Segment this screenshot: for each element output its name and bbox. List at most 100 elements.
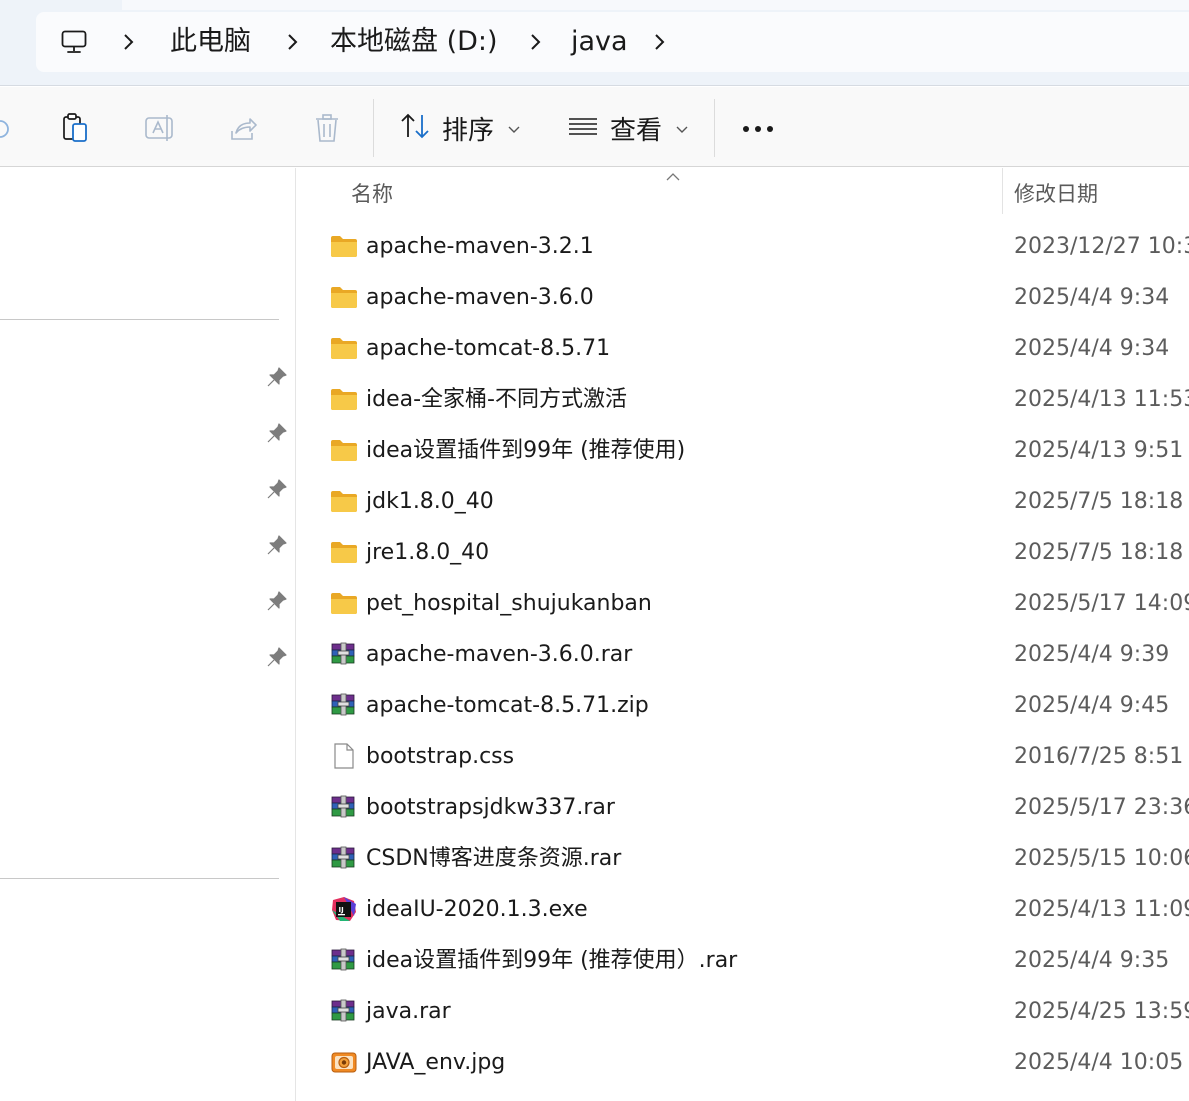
chevron-right-icon[interactable] xyxy=(282,30,302,54)
command-bar: 排序 查看 xyxy=(0,87,1189,167)
file-name[interactable]: pet_hospital_shujukanban xyxy=(366,590,652,618)
sort-arrows-icon xyxy=(398,111,432,145)
table-row[interactable]: apache-tomcat-8.5.71 2025/4/4 9:34 xyxy=(297,323,1189,374)
table-row[interactable]: idea设置插件到99年 (推荐使用) 2025/4/13 9:51 xyxy=(297,425,1189,476)
file-date: 2025/4/13 11:53 xyxy=(1014,387,1189,412)
archive-icon xyxy=(330,794,358,820)
file-date: 2016/7/25 8:51 xyxy=(1014,744,1184,769)
table-row[interactable]: idea-全家桶-不同方式激活 2025/4/13 11:53 xyxy=(297,374,1189,425)
file-date: 2025/4/4 9:39 xyxy=(1014,642,1170,667)
file-date: 2025/4/25 13:59 xyxy=(1014,999,1189,1024)
image-icon xyxy=(330,1049,358,1075)
file-name[interactable]: apache-maven-3.6.0 xyxy=(366,284,594,312)
file-list: 名称 修改日期 apache-maven-3.2.1 2023/12/27 10:… xyxy=(297,168,1189,1101)
table-row[interactable]: apache-maven-3.6.0 2025/4/4 9:34 xyxy=(297,272,1189,323)
table-row[interactable]: apache-maven-3.6.0.rar 2025/4/4 9:39 xyxy=(297,629,1189,680)
chevron-right-icon[interactable] xyxy=(118,30,138,54)
sort-button[interactable]: 排序 xyxy=(398,105,520,151)
folder-icon xyxy=(330,590,358,616)
table-row[interactable]: JAVA_env.jpg 2025/4/4 10:05 xyxy=(297,1037,1189,1088)
breadcrumb-this-pc[interactable]: 此电脑 xyxy=(170,24,251,60)
table-row[interactable]: jdk1.8.0_40 2025/7/5 18:18 xyxy=(297,476,1189,527)
file-name[interactable]: idea设置插件到99年 (推荐使用）.rar xyxy=(366,947,737,975)
table-row[interactable]: jre1.8.0_40 2025/7/5 18:18 xyxy=(297,527,1189,578)
address-bar[interactable]: 此电脑 本地磁盘 (D:) java xyxy=(36,12,1189,72)
column-name-header[interactable]: 名称 xyxy=(351,178,393,208)
file-date: 2025/5/17 23:36 xyxy=(1014,795,1189,820)
table-row[interactable]: java.rar 2025/4/25 13:59 xyxy=(297,986,1189,1037)
file-name[interactable]: ideaIU-2020.1.3.exe xyxy=(366,896,588,924)
file-date: 2025/4/13 9:51 xyxy=(1014,438,1184,463)
file-date: 2025/5/15 10:06 xyxy=(1014,846,1189,871)
file-name[interactable]: apache-maven-3.2.1 xyxy=(366,233,594,261)
breadcrumb-java[interactable]: java xyxy=(571,24,628,60)
table-row[interactable]: apache-maven-3.2.1 2023/12/27 10:34 xyxy=(297,221,1189,272)
archive-icon xyxy=(330,947,358,973)
rename-icon[interactable] xyxy=(142,111,176,145)
file-name[interactable]: CSDN博客进度条资源.rar xyxy=(366,845,621,873)
table-row[interactable]: IJ ideaIU-2020.1.3.exe 2025/4/13 11:09 xyxy=(297,884,1189,935)
paste-icon[interactable] xyxy=(58,111,92,145)
exe-icon: IJ xyxy=(330,896,358,922)
navigation-pane xyxy=(0,168,296,1101)
table-row[interactable]: apache-tomcat-8.5.71.zip 2025/4/4 9:45 xyxy=(297,680,1189,731)
file-name[interactable]: apache-tomcat-8.5.71 xyxy=(366,335,610,363)
nav-divider xyxy=(0,878,279,879)
delete-icon[interactable] xyxy=(310,111,344,145)
pin-icon[interactable] xyxy=(266,422,288,444)
file-name[interactable]: java.rar xyxy=(366,998,451,1026)
toolbar-divider xyxy=(714,99,715,157)
pin-icon[interactable] xyxy=(266,646,288,668)
file-name[interactable]: JAVA_env.jpg xyxy=(366,1049,505,1077)
table-row[interactable]: CSDN博客进度条资源.rar 2025/5/15 10:06 xyxy=(297,833,1189,884)
archive-icon xyxy=(330,845,358,871)
table-row[interactable]: idea设置插件到99年 (推荐使用）.rar 2025/4/4 9:35 xyxy=(297,935,1189,986)
address-bar-area: 此电脑 本地磁盘 (D:) java xyxy=(0,0,1189,86)
pin-icon[interactable] xyxy=(266,366,288,388)
file-name[interactable]: idea设置插件到99年 (推荐使用) xyxy=(366,437,685,465)
table-row[interactable]: pet_hospital_shujukanban 2025/5/17 14:09 xyxy=(297,578,1189,629)
more-options-button[interactable] xyxy=(740,105,776,151)
column-header: 名称 修改日期 xyxy=(297,168,1189,214)
view-label: 查看 xyxy=(610,115,663,146)
cut-icon[interactable] xyxy=(0,111,14,145)
file-date: 2025/7/5 18:18 xyxy=(1014,489,1184,514)
breadcrumb-drive-d[interactable]: 本地磁盘 (D:) xyxy=(330,24,498,60)
folder-icon xyxy=(330,284,358,310)
folder-icon xyxy=(330,386,358,412)
file-name[interactable]: bootstrap.css xyxy=(366,743,514,771)
folder-icon xyxy=(330,488,358,514)
share-icon[interactable] xyxy=(226,111,260,145)
table-row[interactable]: bootstrapsjdkw337.rar 2025/5/17 23:36 xyxy=(297,782,1189,833)
file-date: 2025/4/4 9:35 xyxy=(1014,948,1170,973)
chevron-right-icon[interactable] xyxy=(525,30,545,54)
folder-icon xyxy=(330,539,358,565)
column-divider[interactable] xyxy=(1002,168,1003,214)
file-name[interactable]: apache-maven-3.6.0.rar xyxy=(366,641,632,669)
table-row[interactable]: bootstrap.css 2016/7/25 8:51 xyxy=(297,731,1189,782)
more-dots-icon xyxy=(740,119,776,138)
file-name[interactable]: idea-全家桶-不同方式激活 xyxy=(366,386,627,414)
pin-icon[interactable] xyxy=(266,478,288,500)
archive-icon xyxy=(330,692,358,718)
pin-icon[interactable] xyxy=(266,534,288,556)
column-modified-header[interactable]: 修改日期 xyxy=(1014,178,1098,208)
sort-ascending-icon xyxy=(665,168,681,181)
file-name[interactable]: jre1.8.0_40 xyxy=(366,539,489,567)
view-button[interactable]: 查看 xyxy=(566,105,688,151)
file-date: 2025/7/5 18:18 xyxy=(1014,540,1184,565)
file-date: 2025/4/4 10:05 xyxy=(1014,1050,1184,1075)
folder-icon xyxy=(330,437,358,463)
pin-icon[interactable] xyxy=(266,590,288,612)
view-list-icon xyxy=(566,111,600,145)
folder-icon xyxy=(330,335,358,361)
file-name[interactable]: bootstrapsjdkw337.rar xyxy=(366,794,615,822)
archive-icon xyxy=(330,641,358,667)
sort-label: 排序 xyxy=(442,115,495,146)
this-pc-icon[interactable] xyxy=(60,28,88,56)
toolbar-divider xyxy=(373,99,374,157)
chevron-right-icon[interactable] xyxy=(649,30,669,54)
title-strip xyxy=(122,0,1189,10)
file-name[interactable]: apache-tomcat-8.5.71.zip xyxy=(366,692,649,720)
file-name[interactable]: jdk1.8.0_40 xyxy=(366,488,494,516)
